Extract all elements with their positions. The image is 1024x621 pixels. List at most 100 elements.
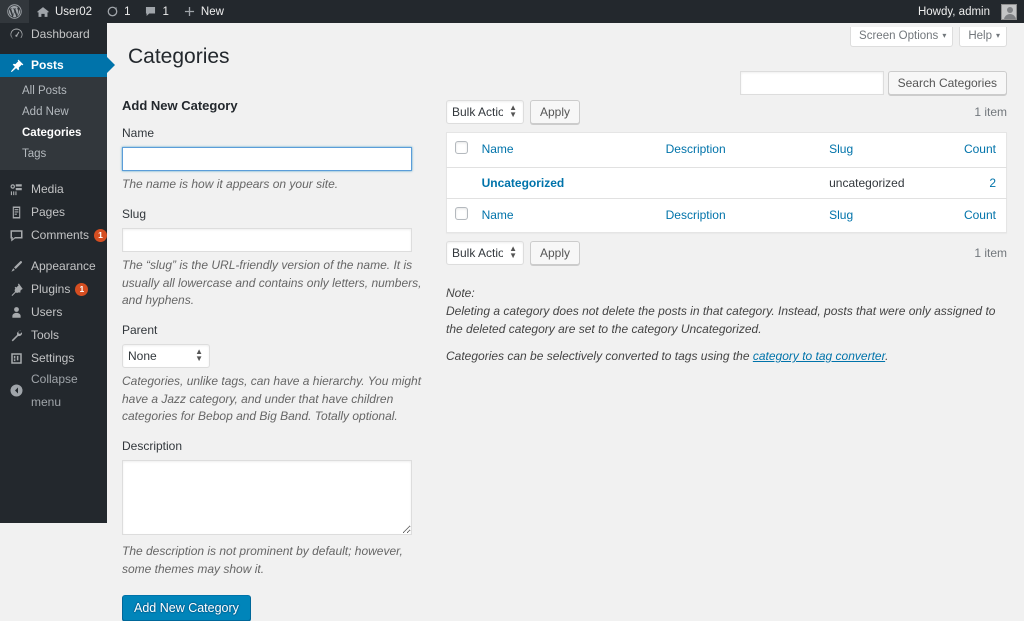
category-to-tag-converter-link[interactable]: category to tag converter [753, 349, 885, 363]
sidebar-subitem-add-new[interactable]: Add New [0, 102, 107, 123]
column-header-slug[interactable]: Slug [819, 132, 954, 168]
home-icon [36, 5, 50, 19]
field-description: Description The description is not promi… [122, 438, 437, 578]
updates-menu[interactable]: 1 [99, 0, 137, 23]
displaying-num-bottom: 1 item [974, 246, 1007, 261]
description-textarea[interactable] [122, 460, 412, 536]
parent-label: Parent [122, 323, 158, 338]
note-line2-prefix: Categories can be selectively converted … [446, 349, 753, 364]
sidebar-item-plugins[interactable]: Plugins 1 [0, 278, 107, 301]
table-header-row: Name Description Slug Count [446, 132, 1007, 168]
sidebar-item-dashboard[interactable]: Dashboard [0, 23, 107, 46]
posts-submenu: All Posts Add New Categories Tags [0, 77, 107, 170]
wordpress-logo-icon [7, 4, 22, 19]
sidebar-item-pages[interactable]: Pages [0, 201, 107, 224]
plugins-plug-icon [9, 282, 26, 297]
comment-bubble-icon [144, 5, 157, 18]
select-all-header[interactable] [446, 132, 472, 168]
sidebar-subitem-tags[interactable]: Tags [0, 144, 107, 165]
plugins-update-badge: 1 [75, 283, 89, 296]
category-name-link[interactable]: Uncategorized [482, 176, 565, 190]
comments-icon [9, 228, 26, 243]
name-description: The name is how it appears on your site. [122, 176, 339, 191]
sidebar-subitem-all-posts[interactable]: All Posts [0, 81, 107, 102]
column-header-count[interactable]: Count [953, 132, 1007, 168]
select-all-checkbox-footer[interactable] [455, 206, 468, 220]
column-header-description[interactable]: Description [655, 132, 820, 168]
select-all-footer[interactable] [446, 197, 472, 233]
parent-select[interactable]: None [122, 344, 210, 369]
collapse-menu-button[interactable]: Collapse menu [0, 372, 107, 409]
sidebar-item-label: Pages [31, 205, 66, 219]
column-footer-slug[interactable]: Slug [819, 197, 954, 233]
row-name-cell: Uncategorized [472, 167, 656, 198]
row-description-cell [656, 167, 820, 198]
site-name-label: User02 [55, 5, 93, 18]
menu-separator [0, 46, 107, 54]
sidebar-item-label: Media [31, 182, 64, 196]
media-camera-icon [9, 182, 26, 197]
site-name-menu[interactable]: User02 [29, 0, 99, 23]
dashboard-icon [9, 27, 26, 42]
category-count-link[interactable]: 2 [989, 176, 996, 190]
sidebar-item-users[interactable]: Users [0, 301, 107, 324]
column-header-name[interactable]: Name [471, 132, 656, 168]
add-new-category-button[interactable]: Add New Category [122, 594, 251, 621]
slug-description: The “slug” is the URL-friendly version o… [122, 258, 422, 307]
admin-sidebar-menu: Dashboard Posts All Posts Add New Catego… [0, 23, 115, 523]
sidebar-subitem-categories[interactable]: Categories [0, 123, 107, 144]
page-wrap: Categories Search Categories Add New Cat… [107, 23, 1024, 621]
sidebar-item-label: Posts [31, 58, 64, 72]
column-footer-count[interactable]: Count [953, 197, 1007, 233]
field-name: Name The name is how it appears on your … [122, 125, 437, 193]
comments-menu[interactable]: 1 [137, 0, 175, 23]
new-content-label: New [200, 5, 224, 18]
table-row[interactable]: Uncategorized uncategorized 2 [447, 167, 1007, 198]
row-count-cell: 2 [954, 167, 1007, 198]
comments-pending-badge: 1 [94, 229, 108, 242]
columns-wrapper: Add New Category Name The name is how it… [122, 97, 1007, 621]
appearance-brush-icon [9, 259, 26, 274]
column-footer-description[interactable]: Description [655, 197, 820, 233]
howdy-label: Howdy, admin [917, 5, 990, 18]
wp-logo-menu[interactable] [0, 0, 29, 23]
sidebar-item-comments[interactable]: Comments 1 [0, 224, 108, 247]
add-category-column: Add New Category Name The name is how it… [122, 97, 437, 621]
apply-button-top[interactable]: Apply [530, 100, 581, 124]
sidebar-item-appearance[interactable]: Appearance [0, 255, 107, 278]
description-label: Description [122, 439, 183, 454]
collapse-arrow-icon [9, 383, 26, 398]
name-label: Name [122, 126, 155, 141]
new-content-menu[interactable]: New [176, 0, 231, 23]
bulk-actions-top: Bulk Actions ▲ ▼ Apply [446, 100, 581, 124]
sidebar-item-label: Users [31, 305, 63, 319]
my-account-menu[interactable]: Howdy, admin [911, 0, 1024, 23]
sidebar-item-tools[interactable]: Tools [0, 324, 107, 347]
apply-button-bottom[interactable]: Apply [530, 241, 581, 266]
slug-input[interactable] [122, 228, 412, 253]
sidebar-item-posts[interactable]: Posts [0, 54, 115, 77]
column-footer-name[interactable]: Name [471, 197, 656, 233]
search-input[interactable] [739, 71, 884, 95]
category-list-column: Bulk Actions ▲ ▼ Apply 1 item Name Descr… [437, 97, 1007, 374]
notes-block: Note: Deleting a category does not delet… [446, 284, 1007, 365]
posts-pin-icon [9, 58, 26, 73]
tablenav-top: Bulk Actions ▲ ▼ Apply 1 item [446, 97, 1007, 127]
bulk-action-select-bottom[interactable]: Bulk Actions [446, 241, 524, 266]
search-box: Search Categories [739, 71, 1007, 95]
parent-description: Categories, unlike tags, can have a hier… [122, 374, 422, 423]
table-body: Uncategorized uncategorized 2 [447, 167, 1007, 198]
search-categories-button[interactable]: Search Categories [887, 71, 1007, 95]
users-icon [9, 305, 26, 320]
admin-bar-right: Howdy, admin [911, 0, 1024, 23]
sidebar-item-media[interactable]: Media [0, 178, 107, 201]
sidebar-item-label: Appearance [31, 259, 96, 273]
table-footer-row: Name Description Slug Count [446, 197, 1007, 233]
bulk-action-select-top[interactable]: Bulk Actions [446, 100, 524, 124]
select-all-checkbox[interactable] [455, 141, 468, 154]
categories-table: Name Description Slug Count Uncategorize… [446, 132, 1007, 234]
table-head: Name Description Slug Count [446, 132, 1007, 168]
sidebar-item-label: Dashboard [31, 27, 90, 41]
note-heading-text: Note: [446, 286, 475, 301]
name-input[interactable] [122, 146, 412, 171]
